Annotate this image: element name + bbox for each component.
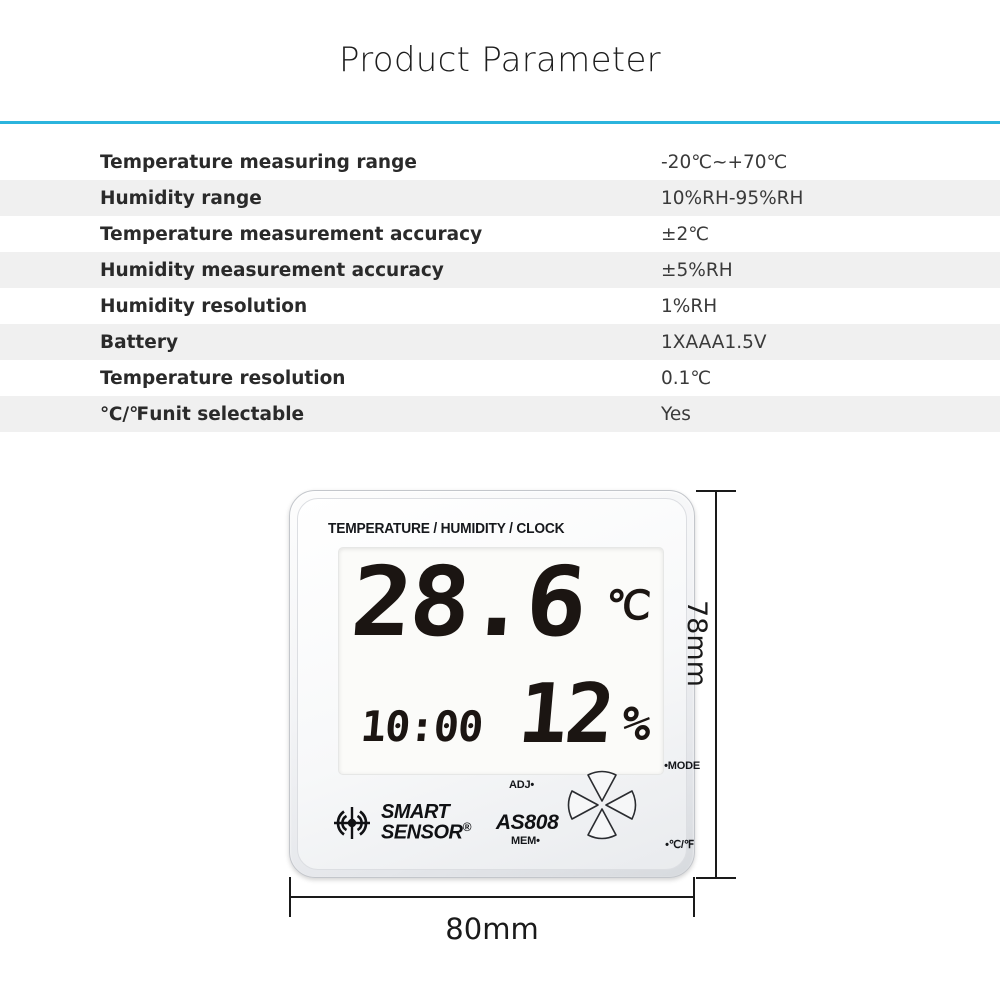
width-tick-right bbox=[693, 877, 695, 917]
lcd-humidity-unit: % bbox=[619, 696, 654, 752]
height-tick-bottom bbox=[696, 877, 736, 879]
table-row: Humidity resolution 1%RH bbox=[0, 288, 1000, 324]
spec-label: Temperature measurement accuracy bbox=[100, 223, 483, 245]
spec-label: Humidity measurement accuracy bbox=[100, 259, 444, 281]
spec-label: Humidity resolution bbox=[100, 295, 308, 317]
table-row: Humidity range 10%RH-95%RH bbox=[0, 180, 1000, 216]
width-dimension-line bbox=[289, 877, 695, 917]
spec-value: 1%RH bbox=[661, 295, 718, 317]
table-row: ℃/℉unit selectable Yes bbox=[0, 396, 1000, 432]
unit-button-label[interactable]: •℃/℉ bbox=[665, 838, 694, 851]
table-row: Humidity measurement accuracy ±5%RH bbox=[0, 252, 1000, 288]
unit-toggle-button bbox=[605, 790, 637, 820]
mode-button-label[interactable]: •MODE bbox=[664, 760, 700, 772]
width-dimension-label: 80mm bbox=[445, 912, 539, 946]
product-parameter-page: Product Parameter Temperature measuring … bbox=[0, 0, 1000, 1000]
crosshair-target-icon bbox=[332, 803, 372, 843]
device-header-label: TEMPERATURE / HUMIDITY / CLOCK bbox=[328, 521, 565, 537]
height-tick-top bbox=[696, 490, 736, 492]
spec-value: 1XAAA1.5V bbox=[661, 331, 767, 353]
spec-value: -20℃~+70℃ bbox=[661, 151, 788, 173]
width-tick-left bbox=[289, 877, 291, 917]
spec-value: ±2℃ bbox=[661, 223, 710, 245]
spec-value: 10%RH-95%RH bbox=[661, 187, 804, 209]
spec-label: Temperature resolution bbox=[100, 367, 346, 389]
device-inner-bezel: TEMPERATURE / HUMIDITY / CLOCK 28.6 ℃ 10… bbox=[297, 498, 700, 870]
table-row: Battery 1XAAA1.5V bbox=[0, 324, 1000, 360]
device-illustration: TEMPERATURE / HUMIDITY / CLOCK 28.6 ℃ 10… bbox=[0, 480, 1000, 1000]
lcd-humidity-value: 12 bbox=[514, 667, 616, 762]
lcd-clock-value: 10:00 bbox=[358, 702, 485, 751]
spec-value: Yes bbox=[661, 403, 691, 425]
spec-value: 0.1℃ bbox=[661, 367, 712, 389]
height-dimension-line bbox=[696, 490, 736, 879]
spec-value: ±5%RH bbox=[661, 259, 733, 281]
adj-button bbox=[567, 790, 599, 820]
mem-button-label[interactable]: MEM• bbox=[511, 835, 540, 847]
brand-name: SMART SENSOR® bbox=[381, 800, 471, 844]
spec-label: Temperature measuring range bbox=[100, 151, 417, 173]
height-dimension-label: 78mm bbox=[681, 600, 712, 687]
lcd-temperature-unit: ℃ bbox=[604, 583, 651, 629]
mem-button bbox=[587, 808, 617, 840]
brand-line-1: SMART bbox=[381, 800, 450, 823]
table-row: Temperature measuring range -20℃~+70℃ bbox=[0, 144, 1000, 180]
lcd-temperature-value: 28.6 bbox=[347, 547, 588, 658]
spec-label: Humidity range bbox=[100, 187, 262, 209]
page-title: Product Parameter bbox=[339, 40, 661, 80]
lcd-screen: 28.6 ℃ 10:00 12 % bbox=[338, 547, 664, 775]
brand-line-2: SENSOR bbox=[381, 821, 463, 844]
adj-button-label[interactable]: ADJ• bbox=[509, 779, 534, 791]
spec-table: Temperature measuring range -20℃~+70℃ Hu… bbox=[0, 144, 1000, 432]
spec-label: Battery bbox=[100, 331, 179, 353]
table-row: Temperature resolution 0.1℃ bbox=[0, 360, 1000, 396]
thermometer-device: TEMPERATURE / HUMIDITY / CLOCK 28.6 ℃ 10… bbox=[289, 490, 700, 878]
spec-label: ℃/℉unit selectable bbox=[100, 403, 305, 425]
button-pad: ADJ• •MODE MEM• •℃/℉ bbox=[509, 757, 700, 853]
table-row: Temperature measurement accuracy ±2℃ bbox=[0, 216, 1000, 252]
title-divider bbox=[0, 121, 1000, 124]
registered-mark: ® bbox=[462, 820, 471, 835]
mode-button bbox=[587, 770, 617, 802]
